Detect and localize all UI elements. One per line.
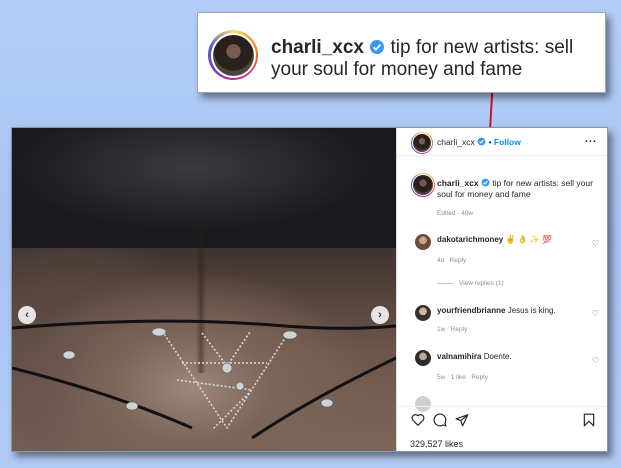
comment-meta: 1w Reply bbox=[437, 326, 468, 333]
verified-badge-icon bbox=[477, 137, 486, 146]
zoom-callout: charli_xcx tip for new artists: sell you… bbox=[197, 12, 606, 93]
post-caption: charli_xcx tip for new artists: sell you… bbox=[437, 178, 602, 200]
post-actions bbox=[397, 406, 607, 427]
comment-item: valnamihira Doente. bbox=[437, 352, 597, 362]
comment-meta: 5w 1 like Reply bbox=[437, 374, 488, 381]
post-photo: ‹ › bbox=[12, 128, 396, 451]
comment-like-heart-icon[interactable]: ♡ bbox=[592, 309, 599, 318]
reply-link[interactable]: Reply bbox=[450, 257, 467, 264]
comment-like-heart-icon[interactable]: ♡ bbox=[592, 239, 599, 248]
post-header: charli_xcx • Follow ... bbox=[397, 128, 607, 156]
verified-badge-icon bbox=[370, 39, 385, 54]
post-sidebar: charli_xcx • Follow ... charli_xcx tip f… bbox=[396, 128, 607, 451]
comment-avatar[interactable] bbox=[415, 305, 431, 321]
comment-username[interactable]: yourfriendbrianne bbox=[437, 306, 505, 315]
follow-button[interactable]: Follow bbox=[494, 137, 521, 147]
comment-username[interactable]: valnamihira bbox=[437, 352, 481, 361]
reply-link[interactable]: Reply bbox=[471, 374, 488, 381]
comment-item: dakotarichmoney ✌️ 👌 ✨ 💯 bbox=[437, 235, 597, 245]
more-options-icon[interactable]: ... bbox=[585, 133, 597, 145]
comment-item: yourfriendbrianne Jesus is king. bbox=[437, 306, 597, 316]
share-icon[interactable] bbox=[455, 413, 469, 427]
comment-meta: 4d Reply bbox=[437, 257, 467, 264]
header-avatar[interactable] bbox=[411, 132, 433, 154]
callout-username: charli_xcx bbox=[271, 37, 364, 58]
previous-slide-button[interactable]: ‹ bbox=[18, 306, 36, 324]
heart-icon[interactable] bbox=[411, 413, 425, 426]
comment-text: Doente. bbox=[483, 352, 512, 361]
caption-meta: Edited · 40w bbox=[437, 210, 474, 217]
comment-like-count[interactable]: 1 like bbox=[451, 374, 466, 381]
header-username[interactable]: charli_xcx bbox=[437, 137, 475, 147]
view-replies-link[interactable]: View replies (1) bbox=[437, 280, 504, 287]
comment-text: Jesus is king. bbox=[507, 306, 556, 315]
next-slide-button[interactable]: › bbox=[371, 306, 389, 324]
header-user: charli_xcx • Follow bbox=[437, 137, 521, 147]
comment-text: ✌️ 👌 ✨ 💯 bbox=[505, 235, 552, 244]
like-count[interactable]: 329,527 likes bbox=[410, 439, 463, 449]
comment-username[interactable]: dakotarichmoney bbox=[437, 235, 503, 244]
verified-badge-icon bbox=[481, 178, 490, 187]
body-chain-graphic bbox=[12, 319, 396, 440]
bookmark-icon[interactable] bbox=[583, 413, 595, 427]
caption-avatar[interactable] bbox=[411, 173, 435, 197]
comment-like-heart-icon[interactable]: ♡ bbox=[592, 356, 599, 365]
instagram-post: ‹ › charli_xcx • Follow ... charli_xcx t… bbox=[11, 127, 608, 452]
reply-link[interactable]: Reply bbox=[451, 326, 468, 333]
callout-avatar bbox=[208, 30, 258, 80]
callout-caption-block: charli_xcx tip for new artists: sell you… bbox=[271, 37, 601, 81]
comment-icon[interactable] bbox=[433, 413, 447, 427]
comment-avatar[interactable] bbox=[415, 350, 431, 366]
comment-avatar[interactable] bbox=[415, 234, 431, 250]
caption-username[interactable]: charli_xcx bbox=[437, 178, 479, 188]
